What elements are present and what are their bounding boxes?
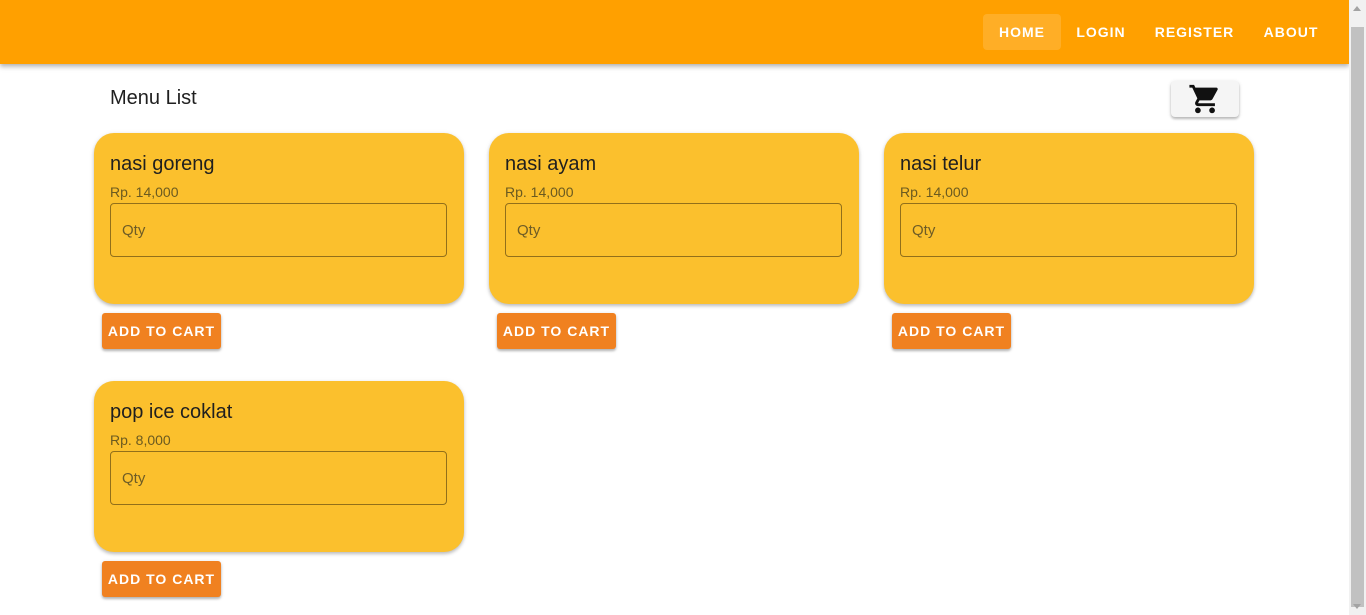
menu-item-price: Rp. 8,000: [110, 432, 171, 448]
menu-item-name: nasi telur: [900, 153, 982, 175]
menu-item-price: Rp. 14,000: [900, 184, 969, 200]
menu-card: nasi telur Rp. 14,000: [884, 133, 1254, 304]
add-to-cart-button[interactable]: ADD TO CART: [102, 561, 221, 597]
menu-item-name: nasi goreng: [110, 153, 215, 175]
app-bar: HOME LOGIN REGISTER ABOUT: [0, 0, 1349, 64]
menu-item-name: pop ice coklat: [110, 401, 233, 423]
menu-card: nasi ayam Rp. 14,000: [489, 133, 859, 304]
qty-field: [900, 203, 1237, 257]
qty-field: [110, 451, 447, 505]
menu-item-price: Rp. 14,000: [505, 184, 574, 200]
qty-input[interactable]: [901, 204, 1236, 256]
nav-home-button[interactable]: HOME: [983, 14, 1061, 50]
qty-input[interactable]: [111, 452, 446, 504]
add-to-cart-button[interactable]: ADD TO CART: [102, 313, 221, 349]
scroll-up-arrow-icon[interactable]: [1353, 6, 1361, 11]
nav-register-button[interactable]: REGISTER: [1147, 14, 1242, 50]
scroll-down-arrow-icon[interactable]: [1353, 604, 1361, 609]
cart-button[interactable]: [1171, 81, 1239, 117]
qty-input[interactable]: [506, 204, 841, 256]
menu-item-price: Rp. 14,000: [110, 184, 179, 200]
qty-field: [110, 203, 447, 257]
menu-card: nasi goreng Rp. 14,000: [94, 133, 464, 304]
add-to-cart-button[interactable]: ADD TO CART: [892, 313, 1011, 349]
cart-icon: [1189, 84, 1218, 114]
qty-field: [505, 203, 842, 257]
vertical-scrollbar[interactable]: [1349, 0, 1366, 615]
add-to-cart-button[interactable]: ADD TO CART: [497, 313, 616, 349]
qty-input[interactable]: [111, 204, 446, 256]
nav-login-button[interactable]: LOGIN: [1068, 14, 1134, 50]
menu-item-name: nasi ayam: [505, 153, 597, 175]
menu-card: pop ice coklat Rp. 8,000: [94, 381, 464, 552]
scrollbar-thumb[interactable]: [1351, 27, 1364, 607]
page-title: Menu List: [110, 87, 197, 109]
nav-about-button[interactable]: ABOUT: [1255, 14, 1327, 50]
